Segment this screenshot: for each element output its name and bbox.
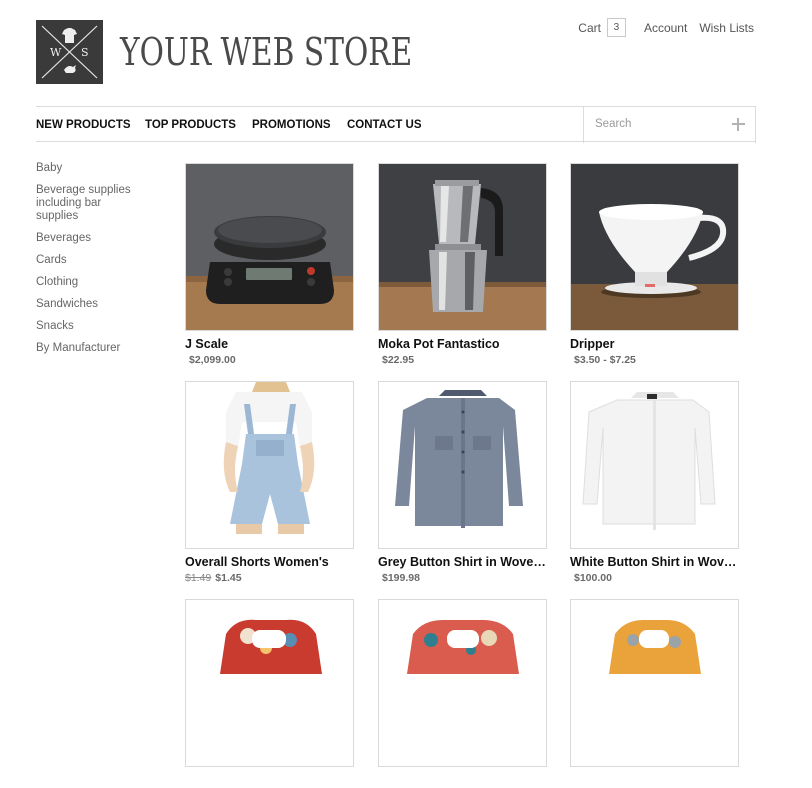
product-card[interactable]: Grey Button Shirt in Woven… $199.98 xyxy=(378,381,548,584)
product-image-white-shirt[interactable] xyxy=(570,381,739,549)
search-input[interactable] xyxy=(584,107,730,141)
product-price: $2,099.00 xyxy=(185,354,354,366)
product-card[interactable]: Moka Pot Fantastico $22.95 xyxy=(378,163,547,366)
product-card[interactable] xyxy=(185,599,354,788)
product-card[interactable]: Overall Shorts Women's $1.49 $1.45 xyxy=(185,381,354,584)
product-card[interactable] xyxy=(378,599,547,788)
product-image-floral-bag[interactable] xyxy=(378,599,547,767)
store-logo[interactable]: W S xyxy=(36,20,103,84)
product-price: $22.95 xyxy=(378,354,547,366)
cart-count-badge: 3 xyxy=(606,18,626,37)
logo-letter-s: S xyxy=(81,46,89,59)
product-image-yellow-bag[interactable] xyxy=(570,599,739,767)
product-name[interactable]: Moka Pot Fantastico xyxy=(378,337,548,351)
product-image-grey-shirt[interactable] xyxy=(378,381,547,549)
current-price: $100.00 xyxy=(574,572,612,584)
product-price xyxy=(570,776,739,788)
product-card[interactable]: J Scale $2,099.00 xyxy=(185,163,354,366)
product-name[interactable]: J Scale xyxy=(185,337,355,351)
product-name[interactable]: White Button Shirt in Wove… xyxy=(570,555,740,569)
top-links: Cart 3 Account Wish Lists xyxy=(578,18,754,37)
category-beverages[interactable]: Beverages xyxy=(36,232,146,245)
nav-promotions[interactable]: PROMOTIONS xyxy=(252,107,331,143)
current-price: $3.50 - $7.25 xyxy=(574,354,636,366)
category-sandwiches[interactable]: Sandwiches xyxy=(36,298,146,311)
plus-icon[interactable] xyxy=(732,118,745,131)
current-price: $2,099.00 xyxy=(189,354,236,366)
main-nav: NEW PRODUCTS TOP PRODUCTS PROMOTIONS CON… xyxy=(36,106,756,143)
product-card[interactable]: White Button Shirt in Wove… $100.00 xyxy=(570,381,740,584)
product-price: $199.98 xyxy=(378,572,547,584)
product-price xyxy=(378,776,547,788)
category-baby[interactable]: Baby xyxy=(36,162,146,175)
product-name[interactable]: Dripper xyxy=(570,337,740,351)
search-box xyxy=(583,107,756,143)
wishlists-link[interactable]: Wish Lists xyxy=(699,21,754,35)
product-image-moka-pot[interactable] xyxy=(378,163,547,331)
product-image-red-bag[interactable] xyxy=(185,599,354,767)
old-price: $1.49 xyxy=(185,572,212,584)
product-image-scale[interactable] xyxy=(185,163,354,331)
nav-contact-us[interactable]: CONTACT US xyxy=(347,107,422,143)
category-by-manufacturer[interactable]: By Manufacturer xyxy=(36,342,146,355)
product-image-dripper[interactable] xyxy=(570,163,739,331)
store-name[interactable]: YOUR WEB STORE xyxy=(120,29,412,75)
category-snacks[interactable]: Snacks xyxy=(36,320,146,333)
category-sidebar: Baby Beverage supplies including bar sup… xyxy=(36,162,146,364)
product-price: $100.00 xyxy=(570,572,739,584)
product-price xyxy=(185,776,354,788)
product-name[interactable]: Overall Shorts Women's xyxy=(185,555,355,569)
nav-new-products[interactable]: NEW PRODUCTS xyxy=(36,107,131,143)
product-price: $3.50 - $7.25 xyxy=(570,354,739,366)
nav-top-products[interactable]: TOP PRODUCTS xyxy=(145,107,236,143)
current-price: $199.98 xyxy=(382,572,420,584)
current-price: $1.45 xyxy=(215,572,242,584)
cart-link[interactable]: Cart 3 xyxy=(578,18,626,37)
cart-label: Cart xyxy=(578,20,601,35)
product-price: $1.49 $1.45 xyxy=(185,572,354,584)
product-card[interactable]: Dripper $3.50 - $7.25 xyxy=(570,163,739,366)
logo-letter-w: W xyxy=(50,46,62,59)
account-link[interactable]: Account xyxy=(644,21,687,35)
product-image-overall-shorts[interactable] xyxy=(185,381,354,549)
product-card[interactable] xyxy=(570,599,739,788)
category-clothing[interactable]: Clothing xyxy=(36,276,146,289)
product-name[interactable]: Grey Button Shirt in Woven… xyxy=(378,555,548,569)
category-cards[interactable]: Cards xyxy=(36,254,146,267)
category-beverage-supplies[interactable]: Beverage supplies including bar supplies xyxy=(36,184,136,223)
current-price: $22.95 xyxy=(382,354,415,366)
